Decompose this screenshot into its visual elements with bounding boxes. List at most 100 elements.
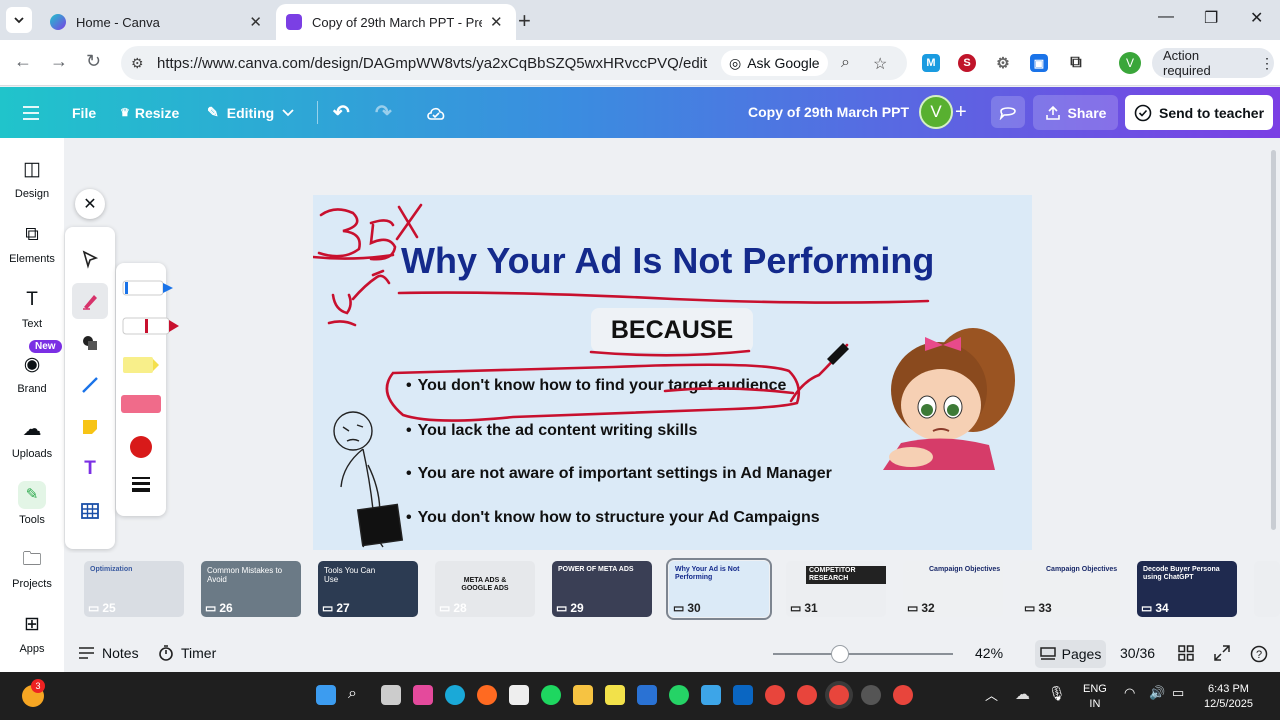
- sticky-note-icon[interactable]: [72, 409, 108, 445]
- page-thumbnail[interactable]: Optimization ▭ 25: [84, 561, 184, 617]
- chrome-second-icon[interactable]: [893, 685, 913, 705]
- linkedin-icon[interactable]: [733, 685, 753, 705]
- minimize-icon[interactable]: —: [1158, 8, 1174, 26]
- new-tab-plus-icon[interactable]: +: [518, 8, 531, 34]
- calculator-icon[interactable]: [701, 685, 721, 705]
- tab-home-canva[interactable]: Home - Canva ✕: [40, 4, 272, 40]
- chrome-icon[interactable]: [765, 685, 785, 705]
- firefox-icon[interactable]: [477, 685, 497, 705]
- page-thumbnail[interactable]: POWER OF META ADS ▭ 29: [552, 561, 652, 617]
- page-thumbnail-partial[interactable]: [1254, 561, 1280, 617]
- rail-item-design[interactable]: ◫ Design: [0, 158, 64, 200]
- bookmark-star-icon[interactable]: ☆: [873, 54, 887, 74]
- fullscreen-icon[interactable]: [1214, 645, 1230, 661]
- color-swatch-red[interactable]: [130, 436, 152, 458]
- page-thumbnail[interactable]: COMPETITOR RESEARCH ▭ 31: [786, 561, 886, 617]
- extension-s-icon[interactable]: S: [958, 54, 976, 72]
- page-thumbnail-selected[interactable]: Why Your Ad is Not Performing ▭ 30: [666, 558, 772, 620]
- comments-button[interactable]: [991, 96, 1025, 128]
- forward-arrow-icon[interactable]: →: [50, 51, 68, 72]
- resize-button[interactable]: ♛ Resize: [120, 87, 179, 138]
- select-arrow-icon[interactable]: [72, 241, 108, 277]
- line-tool-icon[interactable]: [72, 367, 108, 403]
- rail-item-elements[interactable]: ⧉ Elements: [0, 223, 64, 265]
- omnibox[interactable]: ⚙ https://www.canva.com/design/DAGmpWW8v…: [121, 46, 907, 80]
- sticky-notes-icon[interactable]: [605, 685, 625, 705]
- maximize-icon[interactable]: ❐: [1204, 8, 1218, 28]
- search-icon[interactable]: ⌕: [348, 685, 368, 705]
- rail-item-projects[interactable]: 🗀 Projects: [0, 548, 64, 590]
- edge-icon[interactable]: [445, 685, 465, 705]
- grid-view-icon[interactable]: [1178, 645, 1194, 661]
- chrome-profile-icon[interactable]: [797, 685, 817, 705]
- page-thumbnail[interactable]: Common Mistakes to Avoid ▭ 26: [201, 561, 301, 617]
- extensions-puzzle-icon[interactable]: ⧉: [1067, 54, 1085, 72]
- start-windows-icon[interactable]: [316, 685, 336, 705]
- extension-screen-icon[interactable]: ▣: [1030, 54, 1048, 72]
- close-draw-panel-button[interactable]: ✕: [75, 189, 105, 219]
- action-required-button[interactable]: Action required ⋮: [1152, 48, 1274, 78]
- reload-icon[interactable]: ↻: [86, 51, 101, 72]
- close-tab-icon[interactable]: ✕: [249, 13, 262, 31]
- rail-item-uploads[interactable]: ☁ Uploads: [0, 418, 64, 460]
- extension-gear-icon[interactable]: ⚙: [994, 54, 1012, 72]
- text-tool-icon[interactable]: T: [72, 451, 108, 487]
- design-title[interactable]: Copy of 29th March PPT: [748, 104, 909, 120]
- editing-mode-dropdown[interactable]: ✎ Editing: [207, 87, 294, 138]
- page-thumbnail[interactable]: Tools You Can Use ▭ 27: [318, 561, 418, 617]
- input-language[interactable]: ENG IN: [1083, 682, 1107, 712]
- cloud-saved-icon[interactable]: [426, 87, 446, 138]
- rail-item-apps[interactable]: ⊞ Apps: [0, 613, 64, 655]
- help-icon[interactable]: ?: [1250, 645, 1268, 663]
- share-button[interactable]: Share: [1033, 95, 1118, 130]
- zoom-slider-handle[interactable]: [831, 645, 849, 663]
- redo-icon[interactable]: ↷: [375, 87, 392, 138]
- shapes-tool-icon[interactable]: [72, 325, 108, 361]
- chrome-active-icon[interactable]: [829, 685, 849, 705]
- current-slide[interactable]: Why Your Ad Is Not Performing BECAUSE Yo…: [313, 195, 1032, 550]
- table-tool-icon[interactable]: [72, 493, 108, 529]
- rail-item-tools[interactable]: ✎ Tools: [0, 481, 64, 526]
- undo-icon[interactable]: ↶: [333, 87, 350, 138]
- volume-icon[interactable]: 🔊: [1149, 685, 1169, 705]
- spotify-icon[interactable]: [541, 685, 561, 705]
- timer-button[interactable]: Timer: [158, 645, 216, 661]
- page-thumbnail[interactable]: Decode Buyer Persona using ChatGPT ▭ 34: [1137, 561, 1237, 617]
- profile-avatar[interactable]: V: [1119, 52, 1141, 74]
- page-thumbnail[interactable]: Campaign Objectives ▭ 33: [1020, 561, 1120, 617]
- main-menu-button[interactable]: [22, 87, 40, 138]
- pen-blue-icon[interactable]: [122, 280, 173, 296]
- page-thumbnail[interactable]: META ADS & GOOGLE ADS ▭ 28: [435, 561, 535, 617]
- zoom-search-icon[interactable]: ⌕: [841, 54, 850, 72]
- stroke-weight-icon[interactable]: [132, 477, 150, 492]
- tab-search-button[interactable]: [6, 7, 32, 33]
- steam-icon[interactable]: [861, 685, 881, 705]
- rail-item-brand[interactable]: ◉ Brand: [0, 353, 64, 395]
- send-to-teacher-button[interactable]: Send to teacher: [1125, 95, 1273, 130]
- system-clock[interactable]: 6:43 PM 12/5/2025: [1204, 682, 1253, 712]
- vertical-scrollbar[interactable]: [1271, 150, 1276, 530]
- microphone-icon[interactable]: 🎙: [1048, 685, 1068, 705]
- site-info-icon[interactable]: ⚙: [131, 55, 144, 72]
- wifi-icon[interactable]: ◠: [1124, 685, 1144, 705]
- tray-chevron-up-icon[interactable]: ︿: [985, 685, 1005, 705]
- add-collaborator-plus-icon[interactable]: +: [955, 101, 967, 124]
- collaborator-avatar[interactable]: V: [919, 95, 953, 129]
- whatsapp-icon[interactable]: [669, 685, 689, 705]
- task-view-icon[interactable]: [381, 685, 401, 705]
- ask-google-button[interactable]: ◎ Ask Google: [721, 50, 828, 76]
- pen-tool-icon[interactable]: [72, 283, 108, 319]
- close-window-icon[interactable]: ✕: [1250, 8, 1263, 28]
- store-icon[interactable]: [509, 685, 529, 705]
- zoom-slider-track[interactable]: [773, 653, 953, 655]
- file-menu-button[interactable]: File: [72, 87, 96, 138]
- notes-button[interactable]: Notes: [78, 645, 139, 661]
- battery-icon[interactable]: ▭: [1172, 685, 1192, 705]
- marker-red-icon[interactable]: [122, 317, 179, 335]
- outlook-icon[interactable]: [637, 685, 657, 705]
- highlighter-yellow-icon[interactable]: [123, 357, 159, 373]
- eraser-pink-icon[interactable]: [121, 395, 161, 413]
- close-tab-icon[interactable]: ✕: [490, 13, 503, 31]
- zoom-percentage[interactable]: 42%: [975, 645, 1003, 661]
- file-explorer-icon[interactable]: [573, 685, 593, 705]
